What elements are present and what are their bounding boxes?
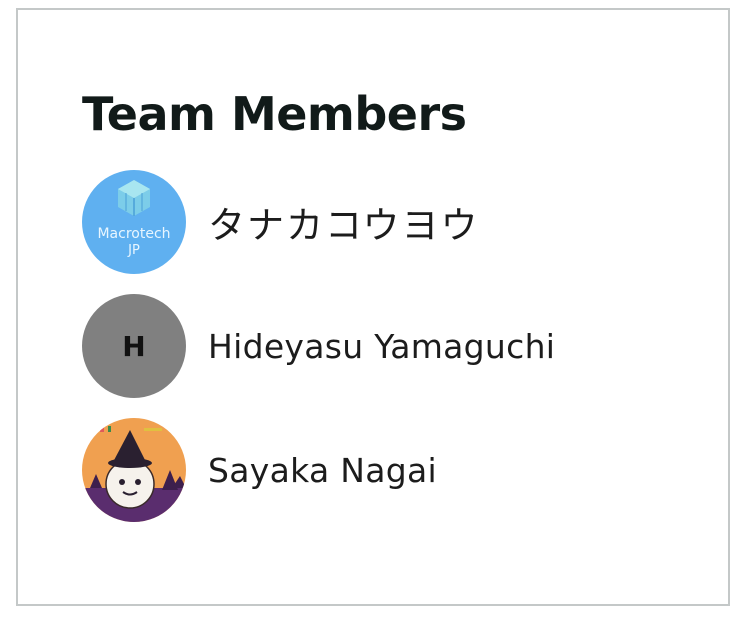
logo-text-line2: JP [127, 243, 140, 258]
avatar[interactable] [82, 418, 186, 522]
member-item[interactable]: H Hideyasu Yamaguchi [82, 294, 555, 398]
panel-title: Team Members [82, 87, 467, 141]
member-name[interactable]: Hideyasu Yamaguchi [208, 327, 555, 366]
logo-text-line1: Macrotech [97, 226, 170, 242]
avatar[interactable]: H [82, 294, 186, 398]
avatar-initial: H [122, 329, 146, 363]
team-members-card: Team Members Macrotech JP タナカコウヨウ H Hide… [16, 8, 730, 606]
member-name[interactable]: Sayaka Nagai [208, 451, 437, 490]
member-item[interactable]: Macrotech JP タナカコウヨウ [82, 170, 480, 274]
avatar[interactable]: Macrotech JP [82, 170, 186, 274]
member-name[interactable]: タナカコウヨウ [208, 195, 480, 249]
macrotech-logo-icon: Macrotech JP [82, 170, 186, 274]
member-item[interactable]: Sayaka Nagai [82, 418, 437, 522]
halloween-illustration-icon [82, 418, 186, 522]
